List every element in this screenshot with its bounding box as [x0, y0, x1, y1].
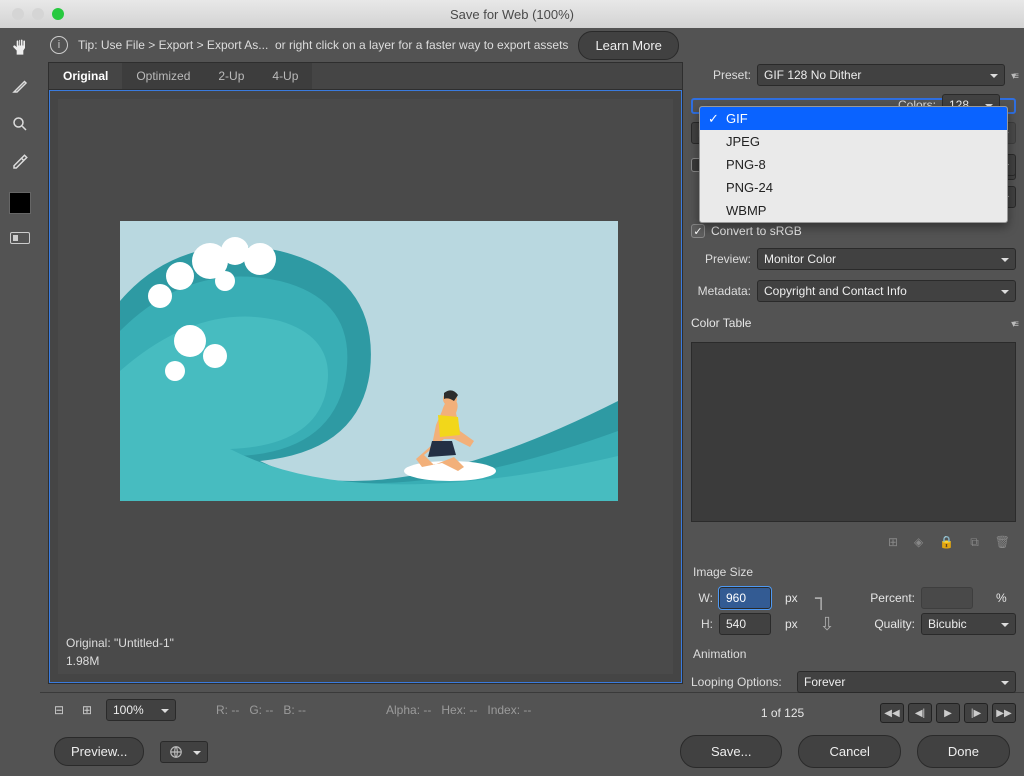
- readout-index: Index: --: [487, 703, 531, 717]
- width-input[interactable]: 960: [719, 587, 771, 609]
- preview-profile-select[interactable]: Monitor Color: [757, 248, 1016, 270]
- preview-panel: Original Optimized 2-Up 4-Up: [48, 62, 683, 684]
- link-dimensions-icon[interactable]: ⇩: [815, 614, 839, 635]
- info-icon: i: [50, 36, 68, 54]
- anim-next-button[interactable]: |▶: [964, 703, 988, 723]
- toggle-panels-icon[interactable]: [10, 232, 30, 244]
- link-bracket-top: ┐: [815, 591, 839, 605]
- tool-strip: [0, 28, 40, 776]
- cancel-button[interactable]: Cancel: [798, 735, 900, 768]
- percent-input[interactable]: [921, 587, 973, 609]
- window-title: Save for Web (100%): [0, 7, 1024, 22]
- tab-4up[interactable]: 4-Up: [258, 63, 312, 89]
- anim-first-button[interactable]: ◀◀: [880, 703, 904, 723]
- canvas-viewport[interactable]: Original: "Untitled-1" 1.98M: [49, 90, 682, 683]
- color-table-toolbar: ⊞ ◈ 🔒 ⧉ 🗑: [691, 532, 1016, 553]
- format-dropdown-open: GIF JPEG PNG-8 PNG-24 WBMP: [699, 106, 1008, 223]
- metadata-select[interactable]: Copyright and Contact Info: [757, 280, 1016, 302]
- ct-trash-icon[interactable]: 🗑: [995, 535, 1010, 550]
- slice-tool-icon[interactable]: [8, 74, 32, 98]
- ct-new-icon[interactable]: ⧉: [970, 535, 979, 550]
- done-button[interactable]: Done: [917, 735, 1010, 768]
- tip-bar: i Tip: Use File > Export > Export As... …: [40, 28, 1024, 62]
- preview-tabs: Original Optimized 2-Up 4-Up: [49, 63, 682, 90]
- height-input[interactable]: 540: [719, 613, 771, 635]
- readout-hex: Hex: --: [441, 703, 477, 717]
- action-bar: Preview... Save... Cancel Done: [40, 727, 1024, 776]
- readout-g: G: --: [249, 703, 273, 717]
- format-option-gif[interactable]: GIF: [700, 107, 1007, 130]
- animation-title: Animation: [693, 647, 1014, 661]
- format-option-png24[interactable]: PNG-24: [700, 176, 1007, 199]
- readout-r: R: --: [216, 703, 239, 717]
- quality-select[interactable]: Bicubic: [921, 613, 1016, 635]
- zoom-select[interactable]: 100%: [106, 699, 176, 721]
- preview-profile-label: Preview:: [691, 252, 751, 266]
- percent-label: Percent:: [845, 591, 915, 605]
- browser-preview-select[interactable]: [160, 741, 208, 763]
- tab-optimized[interactable]: Optimized: [122, 63, 204, 89]
- anim-last-button[interactable]: ▶▶: [992, 703, 1016, 723]
- preset-select[interactable]: GIF 128 No Dither: [757, 64, 1005, 86]
- status-filename: Original: "Untitled-1": [66, 634, 174, 652]
- h-unit: px: [785, 617, 809, 631]
- readout-b: B: --: [283, 703, 306, 717]
- h-label: H:: [691, 617, 713, 631]
- looping-label: Looping Options:: [691, 675, 791, 689]
- anim-prev-button[interactable]: ◀|: [908, 703, 932, 723]
- eyedropper-tool-icon[interactable]: [8, 150, 32, 174]
- format-option-wbmp[interactable]: WBMP: [700, 199, 1007, 222]
- percent-sign: %: [996, 591, 1016, 605]
- convert-srgb-checkbox[interactable]: [691, 224, 705, 238]
- learn-more-button[interactable]: Learn More: [578, 31, 678, 60]
- w-label: W:: [691, 591, 713, 605]
- metadata-label: Metadata:: [691, 284, 751, 298]
- window-titlebar: Save for Web (100%): [0, 0, 1024, 28]
- image-size-title: Image Size: [693, 565, 1014, 579]
- save-button[interactable]: Save...: [680, 735, 782, 768]
- status-filesize: 1.98M: [66, 652, 174, 670]
- zoom-tool-icon[interactable]: [8, 112, 32, 136]
- format-option-jpeg[interactable]: JPEG: [700, 130, 1007, 153]
- tab-2up[interactable]: 2-Up: [204, 63, 258, 89]
- w-unit: px: [785, 591, 809, 605]
- hand-tool-icon[interactable]: [8, 36, 32, 60]
- zoom-out-button[interactable]: ⊟: [50, 701, 68, 719]
- looping-select[interactable]: Forever: [797, 671, 1016, 693]
- settings-panel: Preset: GIF 128 No Dither GIF JPEG PNG-8…: [691, 62, 1016, 684]
- foreground-color-swatch[interactable]: [9, 192, 31, 214]
- tab-original[interactable]: Original: [49, 63, 122, 89]
- ct-shift-icon[interactable]: ◈: [914, 535, 923, 550]
- readout-alpha: Alpha: --: [386, 703, 431, 717]
- preview-status: Original: "Untitled-1" 1.98M: [56, 626, 184, 678]
- color-table-menu-icon[interactable]: [1011, 316, 1016, 330]
- ct-lock-icon[interactable]: 🔒: [939, 535, 954, 550]
- zoom-in-button[interactable]: ⊞: [78, 701, 96, 719]
- convert-srgb-label: Convert to sRGB: [711, 224, 802, 238]
- preset-label: Preset:: [691, 68, 751, 82]
- animation-pager: 1 of 125: [691, 706, 874, 720]
- quality-label: Quality:: [845, 617, 915, 631]
- ct-map-icon[interactable]: ⊞: [888, 535, 898, 550]
- preview-button[interactable]: Preview...: [54, 737, 144, 766]
- tip-text: Tip: Use File > Export > Export As... or…: [78, 38, 568, 52]
- color-table-label: Color Table: [691, 316, 751, 330]
- anim-play-button[interactable]: ▶: [936, 703, 960, 723]
- color-table[interactable]: [691, 342, 1016, 522]
- artwork-preview: [120, 221, 618, 501]
- preset-menu-icon[interactable]: [1011, 68, 1016, 82]
- format-option-png8[interactable]: PNG-8: [700, 153, 1007, 176]
